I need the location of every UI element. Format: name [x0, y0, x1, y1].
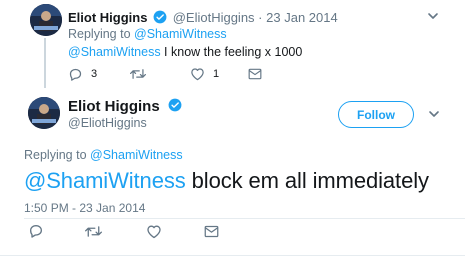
chevron-down-icon[interactable] [426, 9, 440, 23]
envelope-icon [248, 68, 262, 80]
tweet-text: @ShamiWitness block em all immediately [24, 168, 429, 194]
avatar-image [30, 4, 62, 36]
heart-icon [147, 225, 161, 238]
verified-badge-icon [168, 98, 182, 112]
retweet-icon [130, 69, 146, 79]
direct-message-button[interactable] [204, 223, 219, 239]
avatar-image [28, 97, 60, 129]
follow-button[interactable]: Follow [338, 101, 414, 128]
avatar[interactable] [28, 97, 60, 129]
reply-button[interactable] [28, 223, 44, 239]
like-count: 1 [213, 68, 220, 80]
author-name[interactable]: Eliot Higgins [68, 98, 184, 115]
verified-badge-icon [153, 10, 167, 24]
retweet-icon [85, 225, 102, 237]
parent-tweet[interactable]: Eliot Higgins @EliotHiggins · 23 Jan 201… [0, 0, 465, 92]
replying-to-link[interactable]: @ShamiWitness [90, 148, 183, 162]
like-button[interactable] [146, 223, 162, 239]
direct-message-button[interactable] [248, 66, 262, 82]
like-button[interactable]: 1 [190, 66, 219, 82]
author-name-text[interactable]: Eliot Higgins [68, 98, 160, 115]
author-handle[interactable]: @EliotHiggins [68, 116, 147, 130]
tweet-text: @ShamiWitness I know the feeling x 1000 [68, 45, 302, 59]
mention-link[interactable]: @ShamiWitness [68, 45, 161, 59]
replying-to: Replying to @ShamiWitness [68, 27, 227, 41]
avatar[interactable] [30, 4, 62, 36]
replying-to-link[interactable]: @ShamiWitness [134, 27, 227, 41]
replying-prefix: Replying to [68, 27, 131, 41]
reply-icon [30, 225, 42, 238]
parent-header: Eliot Higgins @EliotHiggins · 23 Jan 201… [68, 10, 338, 25]
chevron-down-icon[interactable] [427, 107, 441, 121]
retweet-button[interactable] [130, 66, 154, 82]
tweet-body: I know the feeling x 1000 [160, 45, 303, 59]
mention-link[interactable]: @ShamiWitness [24, 168, 186, 193]
reply-count: 3 [91, 68, 98, 80]
divider [24, 218, 465, 219]
envelope-icon [204, 225, 219, 237]
separator-dot: · [258, 10, 263, 25]
author-name[interactable]: Eliot Higgins [68, 10, 147, 25]
reply-icon [69, 68, 82, 81]
replying-prefix: Replying to [24, 148, 87, 162]
tweet-body: block em all immediately [185, 168, 429, 193]
replying-to: Replying to @ShamiWitness [24, 148, 183, 162]
divider [0, 255, 465, 256]
retweet-button[interactable] [85, 223, 102, 239]
tweet-date[interactable]: 23 Jan 2014 [266, 10, 338, 25]
author-handle[interactable]: @EliotHiggins [173, 10, 255, 25]
reply-button[interactable]: 3 [68, 66, 97, 82]
heart-icon [191, 68, 204, 81]
tweet-timestamp[interactable]: 1:50 PM - 23 Jan 2014 [24, 201, 145, 215]
thread-connector-line [44, 38, 46, 88]
